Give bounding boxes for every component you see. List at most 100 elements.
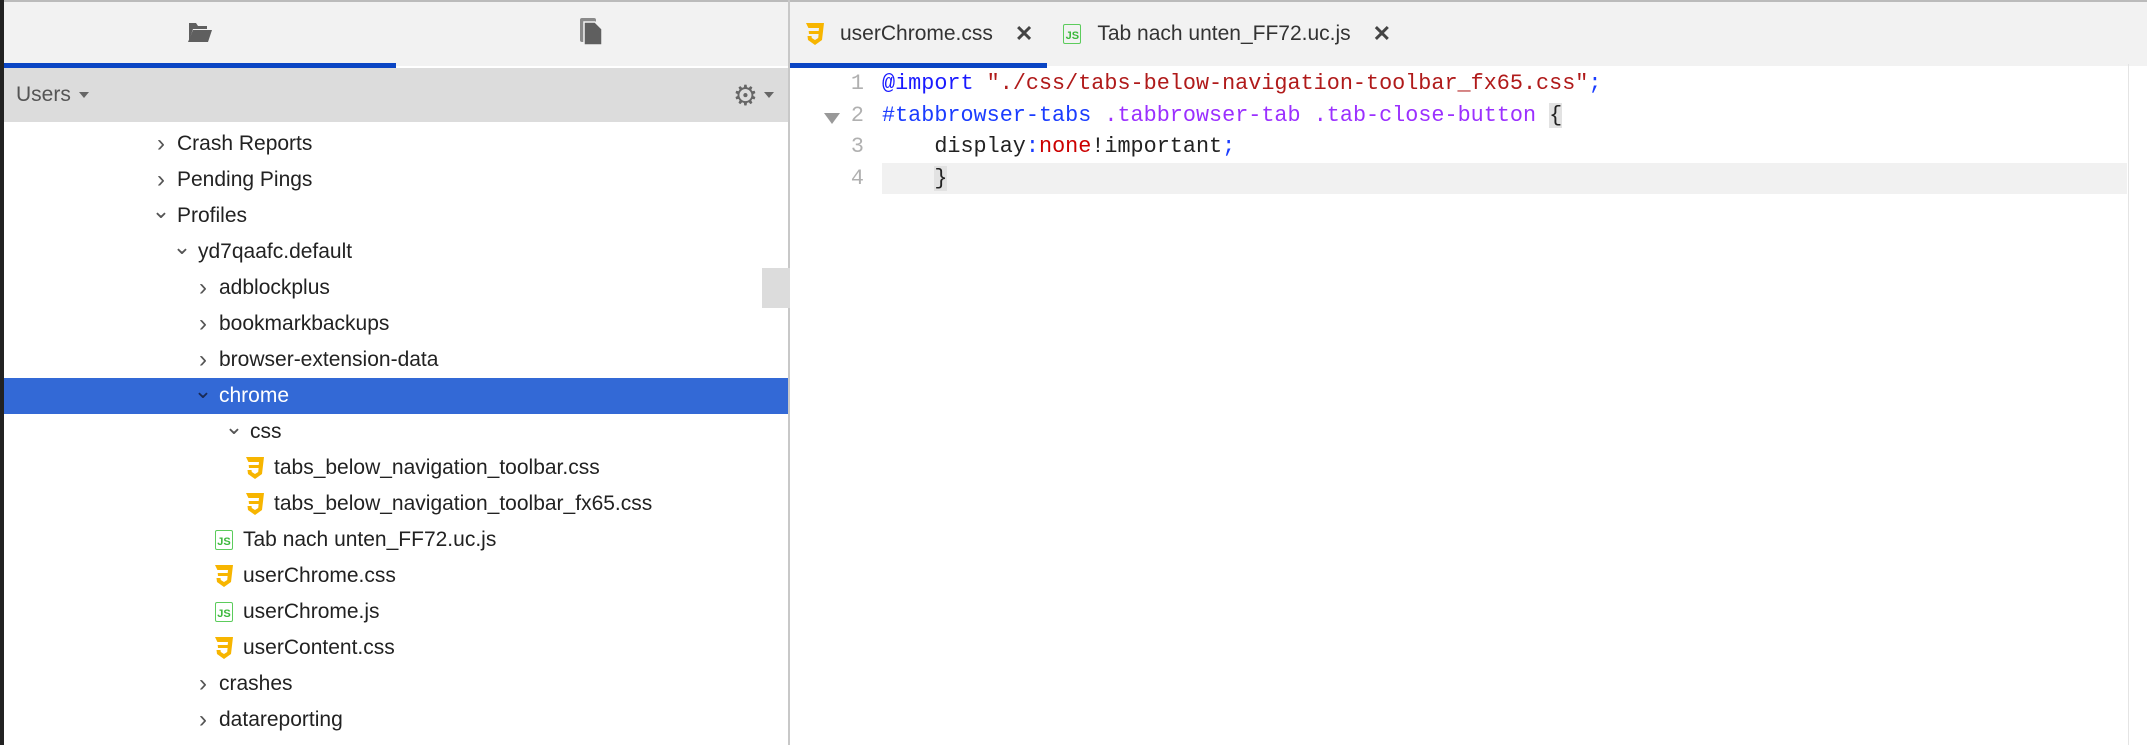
css-file-icon	[213, 564, 235, 588]
code-text: #tabbrowser-tabs .tabbrowser-tab .tab-cl…	[882, 100, 2127, 132]
chevron-down-icon[interactable]: ⌄	[193, 378, 213, 404]
close-icon[interactable]: ✕	[1015, 21, 1033, 47]
editor-tabs: userChrome.css ✕ JS Tab nach unten_FF72.uc.…	[790, 0, 2147, 68]
editor-tab[interactable]: JS Tab nach unten_FF72.uc.js ✕	[1047, 2, 1405, 66]
tree-item[interactable]: ⌄ Profiles	[4, 198, 788, 234]
tree-item[interactable]: userChrome.css	[4, 558, 788, 594]
code-token: {	[1549, 102, 1563, 128]
code-text: }	[882, 162, 2127, 194]
folder-open-icon	[187, 21, 213, 48]
location-toolbar: Users ⚙	[4, 68, 788, 122]
tree-item[interactable]: ⌄ chrome	[4, 378, 788, 414]
code-token: @import	[882, 71, 974, 97]
tree-item[interactable]: tabs_below_navigation_toolbar.css	[4, 450, 788, 486]
code-editor[interactable]: 1 @import "./css/tabs-below-navigation-to…	[790, 68, 2127, 194]
tree-item[interactable]: JS Tab nach unten_FF72.uc.js	[4, 522, 788, 558]
css-file-icon	[244, 492, 266, 516]
chevron-right-icon[interactable]: ›	[193, 670, 213, 698]
tree-item-label: bookmarkbackups	[219, 312, 390, 335]
tree-item-label: browser-extension-data	[219, 348, 439, 371]
tree-item[interactable]: › adblockplus	[4, 270, 788, 306]
tree-item[interactable]: › crashes	[4, 666, 788, 702]
tree-item-label: Pending Pings	[177, 168, 313, 191]
tree-item-label: Crash Reports	[177, 132, 313, 155]
chevron-right-icon[interactable]: ›	[193, 274, 213, 302]
file-tree: › Crash Reports › Pending Pings ⌄ Profiles ⌄ yd…	[4, 122, 788, 738]
chevron-right-icon[interactable]: ›	[193, 346, 213, 374]
js-file-icon: JS	[215, 530, 233, 550]
js-file-icon: JS	[213, 528, 235, 552]
tree-item[interactable]: › Pending Pings	[4, 162, 788, 198]
chevron-down-icon	[78, 92, 89, 98]
editor-tab[interactable]: userChrome.css ✕	[790, 2, 1048, 68]
css-file-icon	[804, 22, 826, 46]
chevron-right-icon[interactable]: ›	[151, 130, 171, 158]
panel-tabs	[4, 0, 788, 68]
code-line: 2 #tabbrowser-tabs .tabbrowser-tab .tab-c…	[790, 100, 2127, 132]
tree-item[interactable]: › browser-extension-data	[4, 342, 788, 378]
location-label: Users	[16, 83, 71, 106]
chevron-right-icon[interactable]: ›	[193, 310, 213, 338]
tree-item[interactable]: ⌄ yd7qaafc.default	[4, 234, 788, 270]
chevron-down-icon	[764, 92, 774, 98]
line-number: 4	[850, 165, 864, 191]
js-file-icon: JS	[215, 602, 233, 622]
tree-item[interactable]: tabs_below_navigation_toolbar_fx65.css	[4, 486, 788, 522]
tree-item[interactable]: userContent.css	[4, 630, 788, 666]
code-token: :	[1025, 134, 1039, 160]
settings-menu-button[interactable]: ⚙	[733, 79, 774, 112]
tree-item-label: crashes	[219, 672, 293, 695]
editor-tab-label: Tab nach unten_FF72.uc.js	[1097, 22, 1351, 45]
js-file-icon: JS	[1061, 22, 1083, 46]
chevron-right-icon[interactable]: ›	[151, 166, 171, 194]
editor-right-border	[2128, 64, 2129, 745]
line-number: 3	[850, 134, 864, 160]
css-file-icon	[244, 456, 266, 480]
tree-item-label: chrome	[219, 384, 290, 407]
code-token: "./css/tabs-below-navigation-toolbar_fx6…	[986, 71, 1589, 97]
css-file-icon	[213, 636, 235, 660]
tab-files[interactable]	[4, 2, 396, 68]
line-number: 1	[850, 71, 864, 97]
location-dropdown[interactable]: Users	[16, 83, 89, 107]
tree-item-label: userContent.css	[243, 636, 395, 659]
code-token: .tab-close-button	[1313, 102, 1537, 128]
js-file-icon: JS	[213, 600, 235, 624]
tree-item-label: css	[250, 420, 282, 443]
code-token: display	[882, 134, 1026, 160]
code-token: !important	[1091, 134, 1223, 160]
tree-item[interactable]: ⌄ css	[4, 414, 788, 450]
tree-item-label: tabs_below_navigation_toolbar.css	[274, 456, 600, 479]
close-icon[interactable]: ✕	[1373, 21, 1391, 47]
js-file-icon: JS	[1063, 24, 1082, 44]
tree-item[interactable]: › bookmarkbackups	[4, 306, 788, 342]
chevron-right-icon[interactable]: ›	[193, 706, 213, 734]
tree-item[interactable]: › Crash Reports	[4, 126, 788, 162]
tree-item[interactable]: › datareporting	[4, 702, 788, 738]
chevron-down-icon[interactable]: ⌄	[172, 234, 192, 260]
code-token: #tabbrowser-tabs	[882, 102, 1092, 128]
tree-item-label: yd7qaafc.default	[198, 240, 353, 263]
tree-item-label: tabs_below_navigation_toolbar_fx65.css	[274, 492, 653, 515]
code-token: ;	[1588, 71, 1602, 97]
chevron-down-icon[interactable]: ⌄	[224, 414, 244, 440]
code-token: .tabbrowser-tab	[1104, 102, 1301, 128]
tree-item[interactable]: JS userChrome.js	[4, 594, 788, 630]
code-line: 3 display: none !important;	[790, 131, 2127, 163]
chevron-down-icon[interactable]: ⌄	[151, 198, 171, 224]
tree-item-label: userChrome.css	[243, 564, 396, 587]
tab-open-documents[interactable]	[396, 2, 788, 66]
tree-item-label: adblockplus	[219, 276, 330, 299]
tree-item-label: datareporting	[219, 708, 343, 731]
file-browser-panel: Users ⚙ › Crash Reports › Pending Pings ⌄ Pro…	[0, 0, 790, 745]
documents-icon	[579, 17, 605, 52]
editor-panel: userChrome.css ✕ JS Tab nach unten_FF72.uc.…	[790, 0, 2147, 745]
scrollbar-thumb[interactable]	[762, 268, 790, 308]
line-number: 2	[790, 103, 882, 128]
fold-arrow-icon[interactable]	[824, 112, 840, 124]
editor-tab-label: userChrome.css	[840, 22, 993, 45]
tree-item-label: userChrome.js	[243, 600, 380, 623]
